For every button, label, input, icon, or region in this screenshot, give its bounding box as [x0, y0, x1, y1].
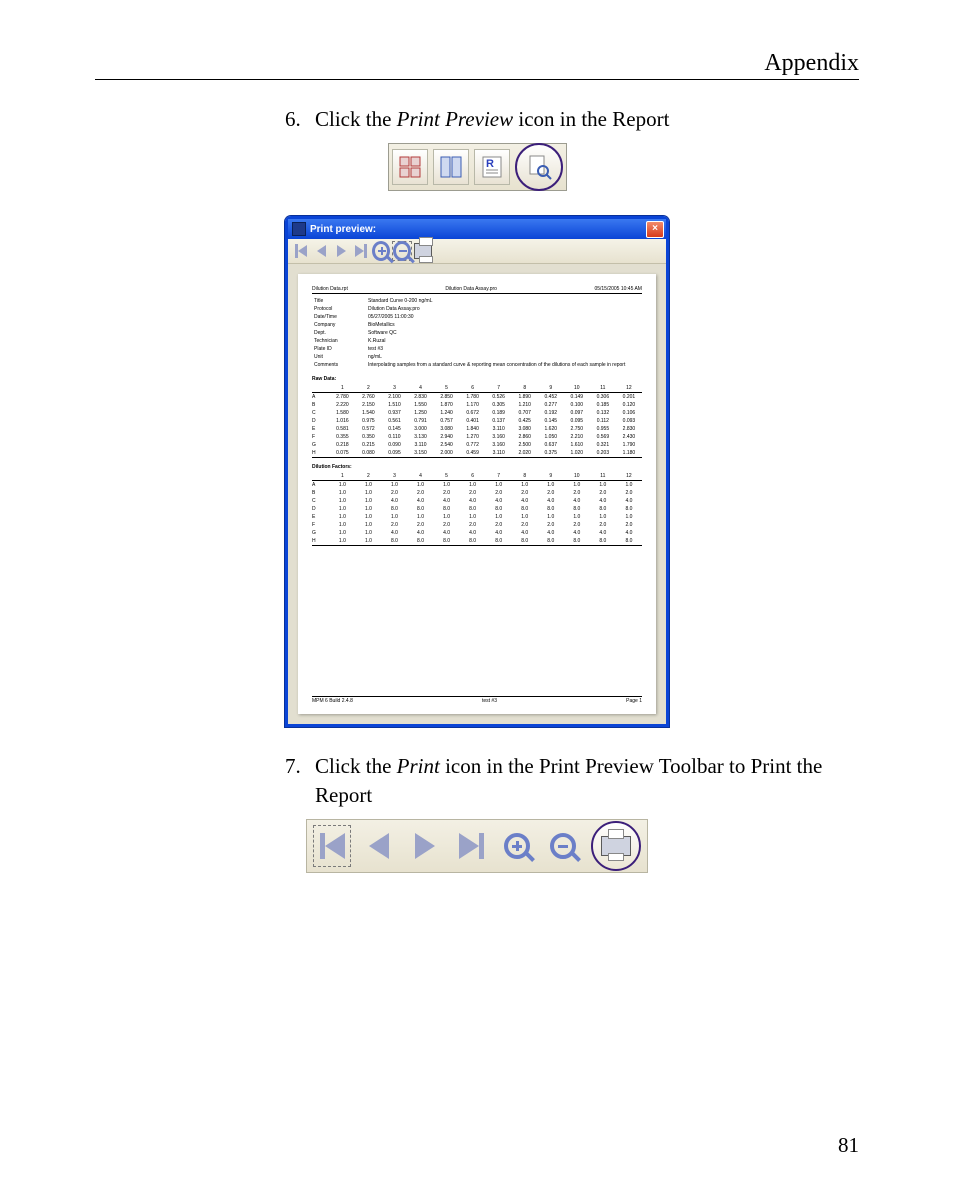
report-footer-left: MPM 6 Build 2.4.8	[312, 698, 353, 704]
table-layout-button[interactable]	[392, 149, 428, 185]
next-page-button[interactable]	[407, 826, 443, 866]
report-icon: R	[481, 156, 503, 178]
dilution-label: Dilution Factors:	[312, 464, 642, 470]
zoom-in-button[interactable]	[499, 826, 535, 866]
svg-text:R: R	[486, 158, 494, 170]
step-6: 6. Click the Print Preview icon in the R…	[285, 105, 859, 133]
window-title: Print preview:	[310, 224, 376, 235]
print-button[interactable]	[591, 821, 641, 871]
app-icon	[292, 222, 306, 236]
report-footer-center: test #3	[482, 698, 497, 704]
print-preview-window: Print preview: × Dilution Data.rpt Dilut…	[285, 216, 669, 727]
dilution-table: 123456789101112A1.01.01.01.01.01.01.01.0…	[312, 472, 642, 546]
report-meta: TitleStandard Curve 0-200 ng/mLProtocolD…	[312, 296, 631, 370]
titlebar[interactable]: Print preview: ×	[288, 219, 666, 239]
zoom-in-icon	[504, 833, 530, 859]
report-page: Dilution Data.rpt Dilution Data Assay.pr…	[298, 274, 656, 714]
step-6-number: 6.	[285, 105, 315, 133]
preview-toolbar	[288, 239, 666, 264]
close-icon: ×	[652, 223, 658, 234]
table-layout-icon	[399, 156, 421, 178]
report-footer-right: Page 1	[626, 698, 642, 704]
page-header: Appendix	[95, 50, 859, 80]
column-layout-icon	[440, 156, 462, 178]
raw-data-label: Raw Data:	[312, 376, 642, 382]
step-6-text: Click the Print Preview icon in the Repo…	[315, 105, 859, 133]
report-header-center: Dilution Data Assay.pro	[445, 286, 497, 292]
report-header-right: 05/15/2005 10:45 AM	[594, 286, 642, 292]
prev-page-button[interactable]	[361, 826, 397, 866]
zoom-out-icon	[393, 241, 411, 261]
step-7-text: Click the Print icon in the Print Previe…	[315, 752, 859, 809]
step-6-suffix: icon in the Report	[513, 107, 669, 131]
prev-page-button[interactable]	[312, 242, 330, 260]
step-6-prefix: Click the	[315, 107, 397, 131]
zoom-out-button[interactable]	[392, 241, 412, 261]
step-6-italic: Print Preview	[397, 107, 513, 131]
last-page-button[interactable]	[453, 826, 489, 866]
page-number: 81	[95, 1133, 859, 1158]
zoom-in-icon	[372, 241, 390, 261]
printer-icon	[414, 243, 432, 259]
zoom-out-icon	[550, 833, 576, 859]
step-7: 7. Click the Print icon in the Print Pre…	[285, 752, 859, 809]
report-button[interactable]: R	[474, 149, 510, 185]
step-7-prefix: Click the	[315, 754, 397, 778]
last-page-button[interactable]	[352, 242, 370, 260]
step-7-number: 7.	[285, 752, 315, 809]
report-header-left: Dilution Data.rpt	[312, 286, 348, 292]
zoom-in-button[interactable]	[372, 242, 390, 260]
print-preview-icon	[526, 154, 552, 180]
zoom-out-button[interactable]	[545, 826, 581, 866]
step-7-italic: Print	[397, 754, 440, 778]
preview-toolbar-large	[306, 819, 648, 873]
next-page-button[interactable]	[332, 242, 350, 260]
first-page-button[interactable]	[313, 825, 351, 867]
first-page-button[interactable]	[292, 242, 310, 260]
raw-data-table: 123456789101112A2.7802.7602.1002.8302.85…	[312, 384, 642, 458]
print-preview-button[interactable]	[515, 143, 563, 191]
printer-icon	[601, 836, 631, 856]
close-button[interactable]: ×	[646, 221, 664, 238]
column-layout-button[interactable]	[433, 149, 469, 185]
report-toolbar: R	[388, 143, 567, 191]
print-button[interactable]	[414, 242, 432, 260]
